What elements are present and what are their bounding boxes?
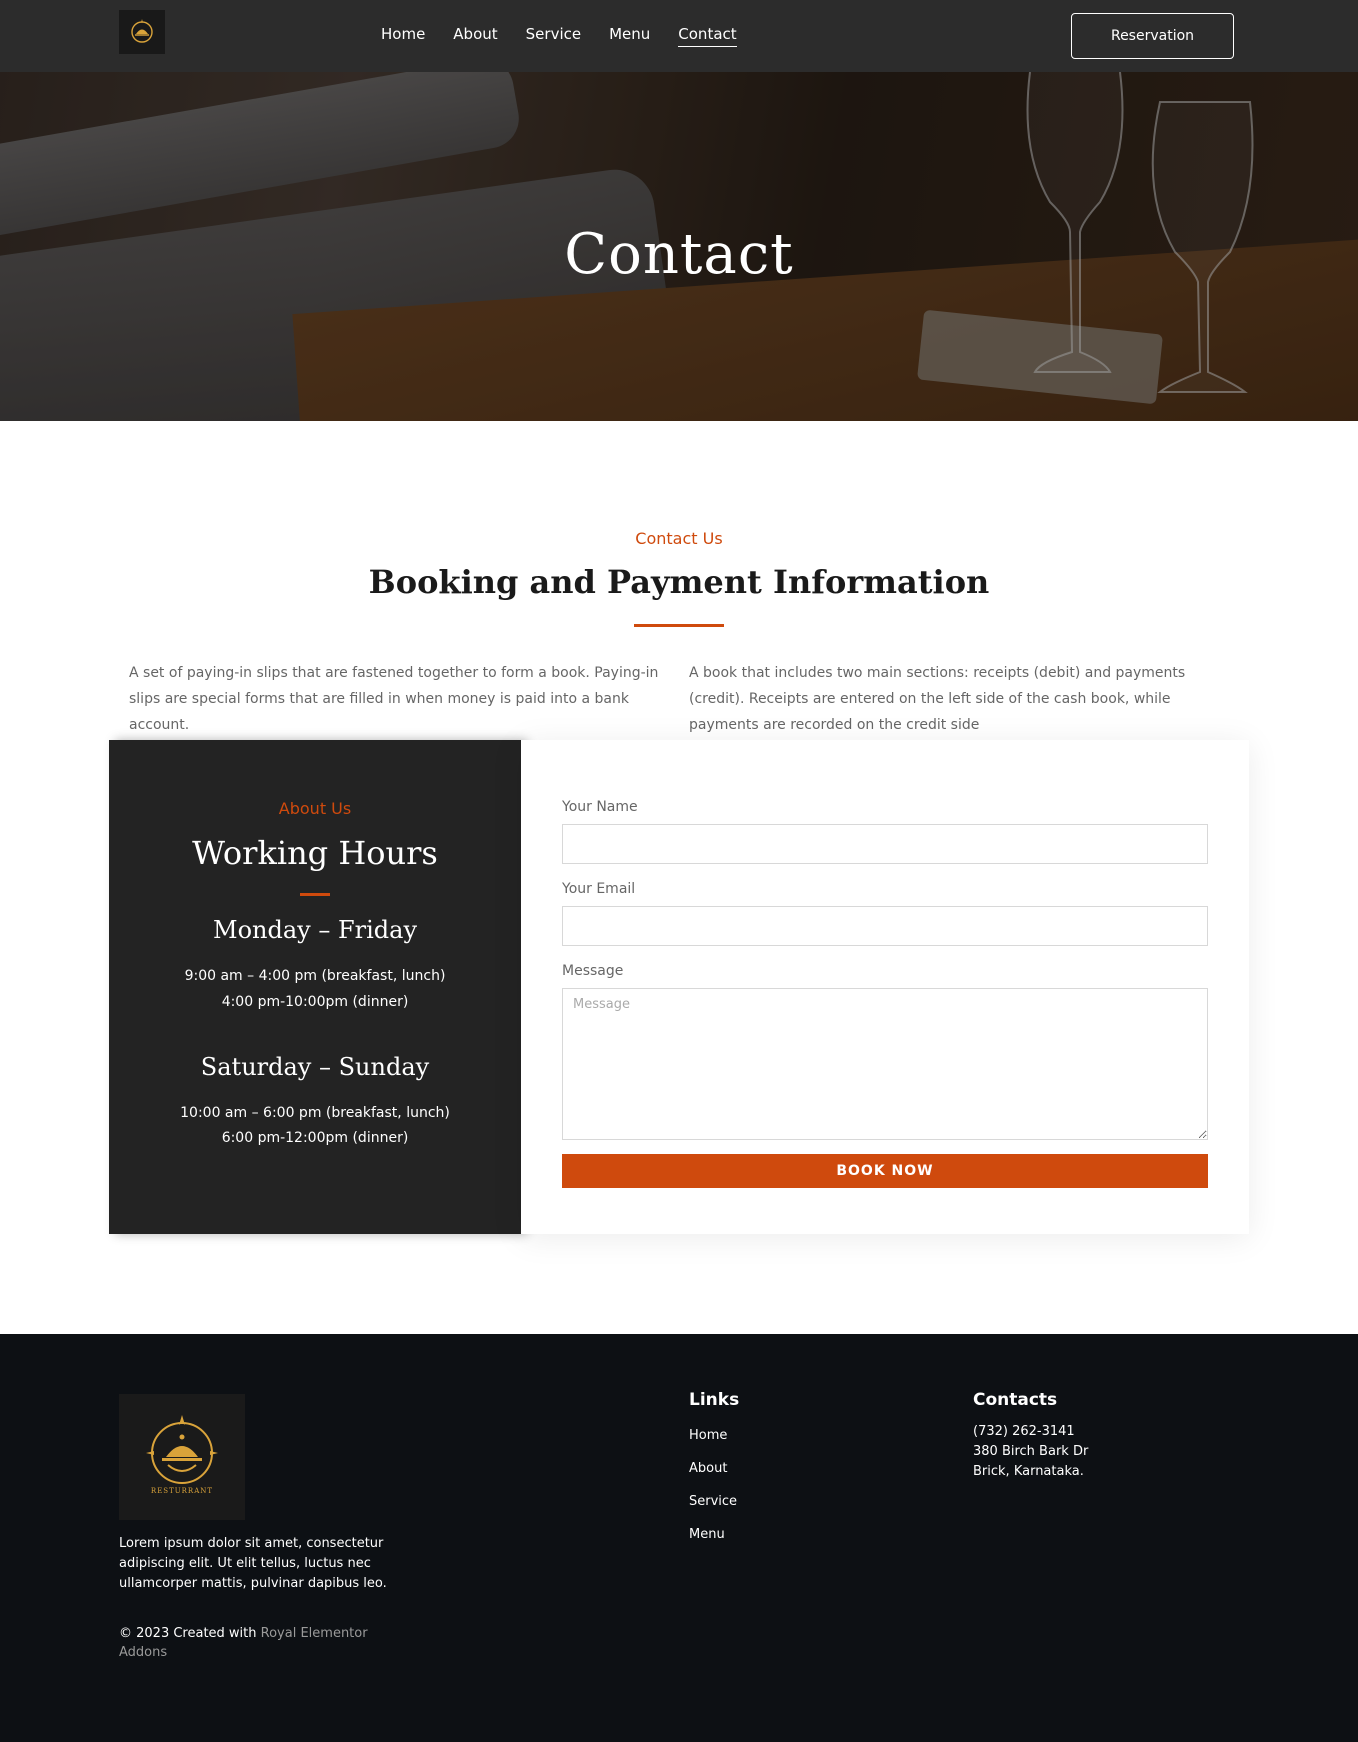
book-now-button[interactable]: BOOK NOW [562, 1154, 1208, 1188]
hours-title: Working Hours [192, 834, 438, 872]
footer-link-service[interactable]: Service [689, 1494, 737, 1527]
hours-eyebrow: About Us [278, 799, 352, 818]
email-label: Your Email [562, 881, 636, 897]
contact-phone: (732) 262-3141 [973, 1424, 1075, 1439]
booking-title: Booking and Payment Information [368, 563, 990, 601]
contact-eyebrow: Contact Us [635, 529, 723, 548]
site-footer: RESTURRANT Lorem ipsum dolor sit amet, c… [0, 1334, 1358, 1742]
nav-menu[interactable]: Menu [609, 25, 650, 47]
nav-about[interactable]: About [453, 25, 497, 47]
main-nav: Home About Service Menu Contact [381, 0, 765, 72]
footer-about-text: Lorem ipsum dolor sit amet, consectetur … [119, 1536, 387, 1591]
name-label: Your Name [562, 799, 638, 815]
svg-text:RESTURRANT: RESTURRANT [151, 1487, 213, 1495]
reservation-button[interactable]: Reservation [1071, 13, 1234, 59]
nav-home[interactable]: Home [381, 25, 425, 47]
site-header: Home About Service Menu Contact Reservat… [0, 0, 1358, 72]
title-divider [634, 624, 724, 627]
weekday-label: Monday – Friday [213, 916, 417, 944]
email-input[interactable] [562, 906, 1208, 946]
footer-copyright: © 2023 Created with Royal Elementor Addo… [119, 1624, 379, 1662]
contact-address-line-1: 380 Birch Bark Dr [973, 1444, 1089, 1459]
footer-logo[interactable]: RESTURRANT [119, 1394, 245, 1520]
page-title: Contact [564, 222, 794, 287]
contacts-heading: Contacts [973, 1390, 1058, 1410]
copyright-prefix: © 2023 Created with [119, 1626, 261, 1641]
footer-link-menu[interactable]: Menu [689, 1527, 737, 1560]
weekend-label: Saturday – Sunday [200, 1053, 430, 1081]
weekday-time-1: 9:00 am – 4:00 pm (breakfast, lunch) [184, 968, 446, 984]
hero-banner: Contact [0, 72, 1358, 421]
weekday-time-2: 4:00 pm-10:00pm (dinner) [221, 994, 409, 1010]
name-input[interactable] [562, 824, 1208, 864]
footer-links: Home About Service Menu [689, 1428, 737, 1560]
contact-address-line-2: Brick, Karnataka. [973, 1464, 1084, 1479]
links-heading: Links [689, 1390, 740, 1410]
weekend-time-1: 10:00 am – 6:00 pm (breakfast, lunch) [180, 1105, 450, 1121]
footer-link-about[interactable]: About [689, 1461, 737, 1494]
booking-paragraph-right: A book that includes two main sections: … [689, 665, 1186, 733]
message-textarea[interactable] [562, 988, 1208, 1140]
restaurant-logo-icon[interactable] [119, 10, 165, 54]
cloche-icon: RESTURRANT [146, 1415, 218, 1495]
message-label: Message [562, 963, 624, 979]
nav-service[interactable]: Service [526, 25, 581, 47]
weekend-time-2: 6:00 pm-12:00pm (dinner) [221, 1130, 409, 1146]
nav-contact[interactable]: Contact [678, 25, 737, 47]
booking-form: Your Name Your Email Message BOOK NOW [521, 740, 1249, 1234]
working-hours-panel: About Us Working Hours Monday – Friday 9… [109, 740, 521, 1234]
footer-contacts: (732) 262-3141 380 Birch Bark Dr Brick, … [973, 1422, 1088, 1482]
booking-paragraph-left: A set of paying-in slips that are fasten… [129, 665, 659, 733]
footer-link-home[interactable]: Home [689, 1428, 737, 1461]
hours-divider [300, 893, 330, 896]
